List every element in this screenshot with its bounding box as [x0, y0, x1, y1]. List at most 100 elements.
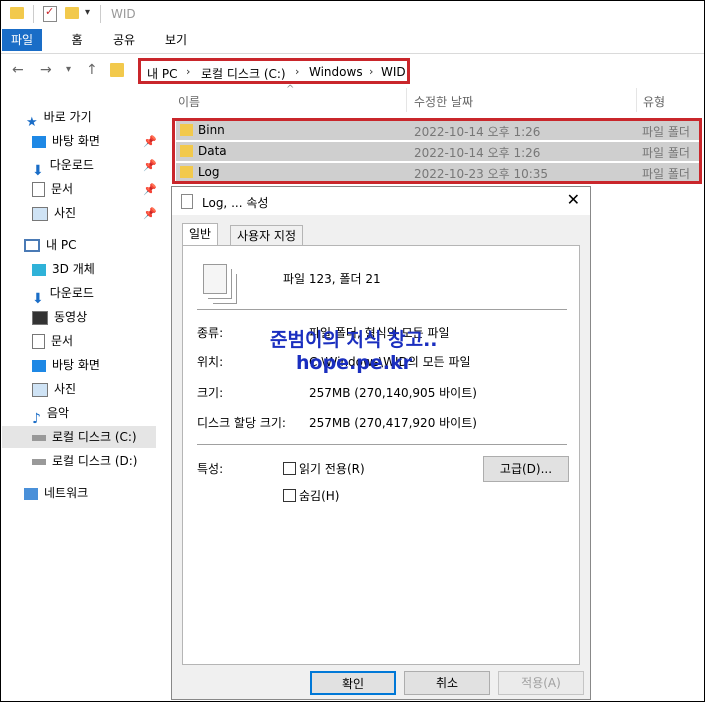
sidebar-item-pc-documents[interactable]: 문서 — [32, 330, 73, 352]
tab-view[interactable]: 보기 — [161, 29, 191, 51]
up-arrow-icon[interactable]: ↑ — [86, 62, 98, 78]
computer-icon — [24, 239, 40, 252]
sidebar-item-pictures[interactable]: 사진 — [32, 202, 76, 224]
chevron-down-icon[interactable]: ▾ — [66, 64, 71, 75]
star-icon: ★ — [26, 114, 38, 130]
column-separator[interactable] — [406, 88, 407, 112]
attributes-label: 특성: — [197, 462, 224, 476]
sidebar-item-label: 음악 — [46, 406, 70, 420]
sidebar-item-local-disk-c[interactable]: 로컬 디스크 (C:) — [2, 426, 156, 448]
divider — [197, 444, 567, 445]
document-icon — [32, 334, 45, 349]
watermark-text: 준범이의 지식 창고.. — [270, 329, 438, 351]
column-header-modified[interactable]: 수정한 날짜 — [414, 93, 473, 110]
sidebar-item-label: 로컬 디스크 (C:) — [52, 430, 137, 444]
sidebar-item-3d-objects[interactable]: 3D 개체 — [32, 258, 95, 280]
column-header-name[interactable]: 이름 — [178, 93, 200, 110]
sidebar-item-downloads[interactable]: ⬇ 다운로드 — [32, 154, 94, 179]
folder-icon — [10, 7, 24, 19]
sidebar-item-label: 다운로드 — [49, 158, 94, 172]
desktop-icon — [32, 359, 46, 372]
pin-icon[interactable]: 📌 — [143, 183, 157, 196]
breadcrumb-separator[interactable]: › — [369, 65, 373, 78]
pin-icon[interactable]: 📌 — [143, 207, 157, 220]
sidebar-item-label: 문서 — [51, 182, 74, 196]
sidebar-item-label: 네트워크 — [44, 486, 89, 500]
pin-icon[interactable]: 📌 — [143, 135, 157, 148]
breadcrumb-this-pc[interactable]: 내 PC — [147, 65, 177, 82]
sidebar-item-label: 바탕 화면 — [52, 134, 100, 148]
sidebar-item-videos[interactable]: 동영상 — [32, 306, 87, 328]
disk-size-label: 디스크 할당 크기: — [197, 416, 286, 430]
breadcrumb-local-disk[interactable]: 로컬 디스크 (C:) — [201, 65, 286, 82]
download-icon: ⬇ — [32, 162, 44, 179]
title-bar: ✓ ▾ WID — [1, 1, 704, 29]
document-icon — [181, 194, 193, 209]
sidebar-item-label: 내 PC — [46, 238, 77, 252]
drive-icon — [32, 458, 46, 465]
column-separator[interactable] — [636, 88, 637, 112]
properties-icon[interactable]: ✓ — [43, 5, 57, 22]
chevron-down-icon[interactable]: ▾ — [85, 7, 90, 18]
sidebar-item-label: 바로 가기 — [43, 110, 92, 124]
pin-icon[interactable]: 📌 — [143, 159, 157, 172]
sidebar-item-this-pc[interactable]: 내 PC — [24, 234, 76, 256]
column-header-type[interactable]: 유형 — [643, 93, 665, 110]
breadcrumb-windows[interactable]: Windows — [309, 65, 363, 79]
tab-customize[interactable]: 사용자 지정 — [230, 225, 304, 247]
tab-home[interactable]: 홈 — [63, 29, 91, 51]
sidebar-item-pc-desktop[interactable]: 바탕 화면 — [32, 354, 100, 376]
tab-general[interactable]: 일반 — [182, 223, 219, 247]
sidebar-item-quick-access[interactable]: ★ 바로 가기 — [26, 106, 92, 130]
sidebar-item-label: 문서 — [51, 334, 74, 348]
readonly-label[interactable]: 읽기 전용(R) — [299, 460, 365, 477]
sidebar-item-label: 3D 개체 — [52, 262, 95, 276]
back-arrow-icon[interactable]: ← — [12, 62, 24, 78]
breadcrumb-wid[interactable]: WID — [381, 65, 406, 79]
divider — [100, 5, 101, 23]
close-icon[interactable]: ✕ — [567, 190, 580, 209]
sidebar-item-desktop[interactable]: 바탕 화면 — [32, 130, 100, 152]
sidebar-item-local-disk-d[interactable]: 로컬 디스크 (D:) — [32, 450, 137, 472]
sidebar-item-music[interactable]: ♪ 음악 — [32, 402, 70, 427]
breadcrumb-separator[interactable]: › — [186, 65, 190, 78]
apply-button[interactable]: 적용(A) — [498, 671, 584, 695]
ok-button[interactable]: 확인 — [310, 671, 396, 695]
divider — [33, 5, 34, 23]
breadcrumb-separator[interactable]: › — [295, 65, 299, 78]
sidebar-item-pc-pictures[interactable]: 사진 — [32, 378, 76, 400]
sidebar-item-label: 사진 — [54, 382, 77, 396]
desktop-icon — [32, 135, 46, 148]
music-icon: ♪ — [32, 410, 41, 427]
address-bar[interactable]: 내 PC › 로컬 디스크 (C:) › Windows › WID — [138, 58, 410, 84]
ribbon: 파일 홈 공유 보기 — [1, 29, 704, 54]
divider — [197, 309, 567, 310]
forward-arrow-icon[interactable]: → — [40, 62, 52, 78]
multiple-files-icon — [203, 264, 227, 294]
cube-icon — [32, 263, 46, 276]
hidden-checkbox[interactable] — [283, 489, 296, 502]
picture-icon — [32, 206, 48, 221]
sidebar-item-network[interactable]: 네트워크 — [24, 482, 88, 504]
disk-size-value: 257MB (270,417,920 바이트) — [309, 416, 477, 430]
type-label: 종류: — [197, 326, 224, 340]
new-folder-icon[interactable] — [65, 7, 79, 19]
tab-file[interactable]: 파일 — [2, 29, 42, 51]
hidden-label[interactable]: 숨김(H) — [299, 487, 339, 504]
window-title: WID — [111, 7, 136, 21]
dialog-title: Log, ... 속성 — [202, 196, 269, 210]
general-panel: 파일 123, 폴더 21 종류: 파일 폴더, 형식의 모든 파일 위치: C… — [182, 245, 580, 665]
dialog-title-bar[interactable]: Log, ... 속성 ✕ — [172, 187, 590, 215]
sidebar-item-label: 다운로드 — [49, 286, 94, 300]
advanced-button[interactable]: 고급(D)... — [483, 456, 569, 482]
picture-icon — [32, 382, 48, 397]
sidebar-item-pc-downloads[interactable]: ⬇ 다운로드 — [32, 282, 94, 307]
tab-share[interactable]: 공유 — [109, 29, 139, 51]
sidebar-item-documents[interactable]: 문서 — [32, 178, 73, 200]
sidebar-item-label: 동영상 — [54, 310, 88, 324]
download-icon: ⬇ — [32, 290, 44, 307]
readonly-checkbox[interactable] — [283, 462, 296, 475]
sidebar-item-label: 바탕 화면 — [52, 358, 100, 372]
drive-icon — [32, 434, 46, 441]
cancel-button[interactable]: 취소 — [404, 671, 490, 695]
